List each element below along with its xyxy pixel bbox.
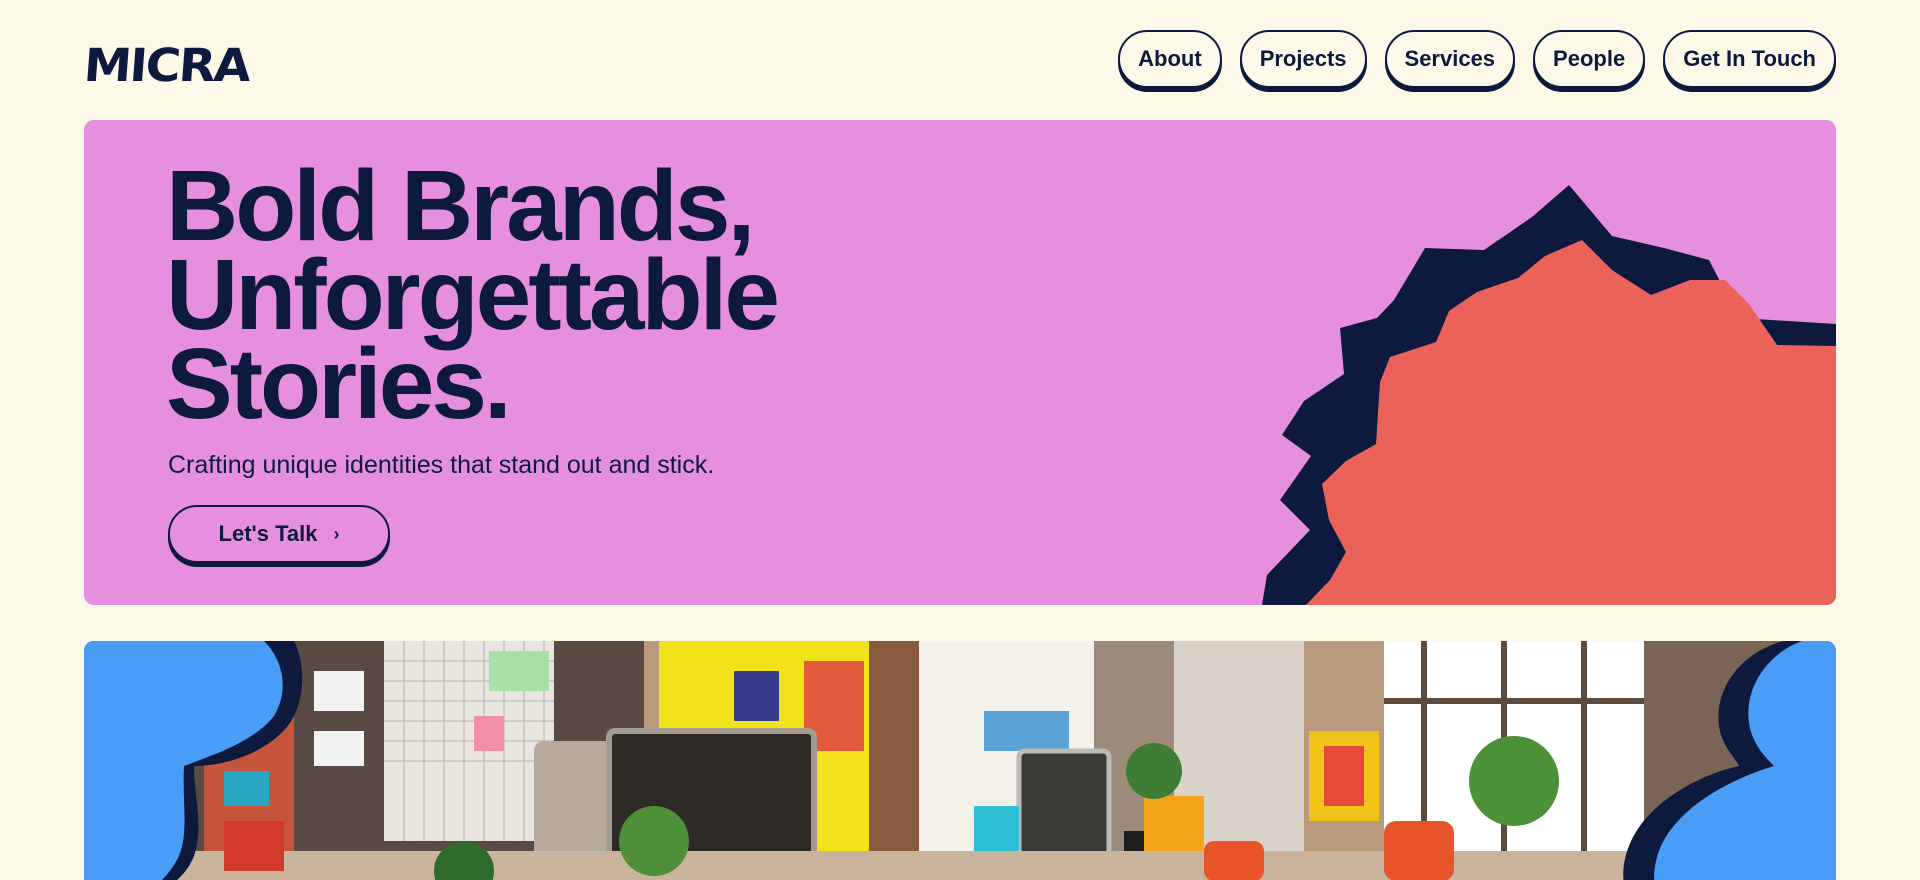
logo-text: MICRA	[82, 39, 251, 93]
nav-projects-button[interactable]: Projects	[1239, 30, 1367, 88]
office-photo-banner	[84, 641, 1836, 880]
nav-about-button[interactable]: About	[1118, 30, 1222, 88]
main-nav: About Projects Services People Get In To…	[1118, 30, 1836, 88]
hero-headline: Bold Brands, Unforgettable Stories.	[166, 150, 780, 440]
hero-subtitle: Crafting unique identities that stand ou…	[168, 451, 715, 479]
headline-line-1: Bold Brands,	[166, 150, 755, 262]
office-photo	[84, 641, 1836, 880]
micra-logo[interactable]: MICRA	[82, 38, 251, 94]
nav-people-button[interactable]: People	[1533, 30, 1646, 88]
lets-talk-button[interactable]: Let's Talk ›	[168, 505, 390, 563]
site-header: MICRA About Projects Services People Get…	[82, 30, 1836, 94]
headline-line-2: Unforgettable	[166, 239, 780, 351]
hero-banner: Bold Brands, Unforgettable Stories. Craf…	[84, 120, 1836, 605]
starburst-coral	[1306, 240, 1836, 605]
nav-get-in-touch-button[interactable]: Get In Touch	[1663, 30, 1836, 88]
chevron-right-icon: ›	[333, 523, 340, 544]
nav-services-button[interactable]: Services	[1384, 30, 1516, 88]
cta-label: Let's Talk	[218, 521, 318, 546]
headline-line-3: Stories.	[166, 328, 512, 440]
